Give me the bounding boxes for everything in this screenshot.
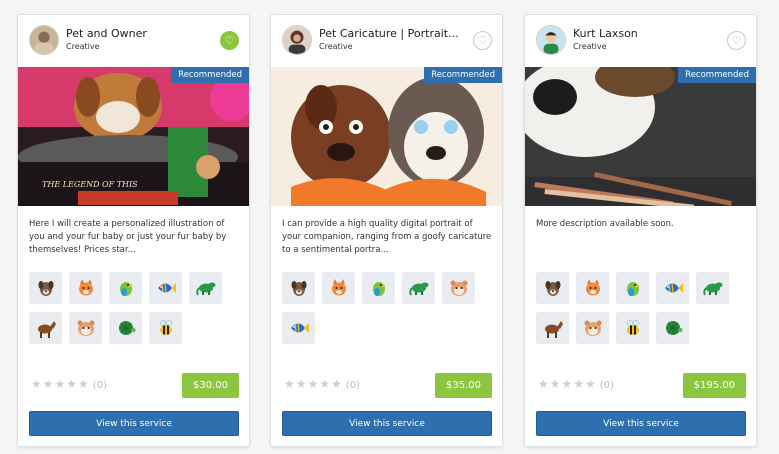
image-title-text: THE LEGEND OF THIS: [42, 180, 138, 189]
recommended-badge: Recommended: [424, 67, 502, 83]
seller-name[interactable]: Pet Caricature | Portrait...: [319, 27, 469, 40]
cat-icon[interactable]: [322, 272, 355, 304]
fish-icon[interactable]: [282, 312, 315, 344]
service-image[interactable]: THE LEGEND OF THIS Recommended: [18, 67, 249, 206]
recommended-badge: Recommended: [678, 67, 756, 83]
stars: ★★★★★: [31, 377, 90, 391]
star-rating: ★★★★★ (0): [284, 377, 360, 391]
reptile-icon[interactable]: [696, 272, 729, 304]
service-description: Here I will create a personalized illust…: [29, 219, 227, 255]
card-header: Kurt Laxson Creative ♡: [525, 15, 756, 67]
dog-icon[interactable]: [282, 272, 315, 304]
stars: ★★★★★: [538, 377, 597, 391]
pet-type-list: [282, 272, 494, 352]
bee-icon[interactable]: [616, 312, 649, 344]
bird-icon[interactable]: [362, 272, 395, 304]
service-card: Kurt Laxson Creative ♡ Recommended More …: [524, 14, 757, 447]
seller-name[interactable]: Pet and Owner: [66, 27, 216, 40]
recommended-badge: Recommended: [171, 67, 249, 83]
reptile-icon[interactable]: [189, 272, 222, 304]
service-description: I can provide a high quality digital por…: [282, 219, 492, 255]
seller-category: Creative: [319, 42, 353, 51]
view-service-button[interactable]: View this service: [282, 411, 492, 436]
hamster-icon[interactable]: [576, 312, 609, 344]
star-rating: ★★★★★ (0): [31, 377, 107, 391]
card-header: Pet Caricature | Portrait... Creative ♡: [271, 15, 502, 67]
pet-type-list: [29, 272, 241, 352]
reptile-icon[interactable]: [402, 272, 435, 304]
turtle-icon[interactable]: [656, 312, 689, 344]
bird-icon[interactable]: [109, 272, 142, 304]
seller-avatar[interactable]: [282, 25, 312, 55]
horse-icon[interactable]: [536, 312, 569, 344]
seller-avatar[interactable]: [536, 25, 566, 55]
heart-icon[interactable]: ♡: [473, 31, 492, 50]
hamster-icon[interactable]: [69, 312, 102, 344]
seller-category: Creative: [66, 42, 100, 51]
seller-name[interactable]: Kurt Laxson: [573, 27, 723, 40]
review-count: (0): [345, 380, 360, 391]
service-image[interactable]: Recommended: [525, 67, 756, 206]
cat-icon[interactable]: [576, 272, 609, 304]
cat-icon[interactable]: [69, 272, 102, 304]
heart-icon[interactable]: ♡: [727, 31, 746, 50]
dog-icon[interactable]: [29, 272, 62, 304]
star-rating: ★★★★★ (0): [538, 377, 614, 391]
seller-category: Creative: [573, 42, 607, 51]
price-tag: $35.00: [435, 373, 492, 398]
price-tag: $30.00: [182, 373, 239, 398]
review-count: (0): [92, 380, 107, 391]
fish-icon[interactable]: [149, 272, 182, 304]
hamster-icon[interactable]: [442, 272, 475, 304]
seller-avatar[interactable]: [29, 25, 59, 55]
bird-icon[interactable]: [616, 272, 649, 304]
card-header: Pet and Owner Creative ♡: [18, 15, 249, 67]
service-card: Pet and Owner Creative ♡ THE LEGEND OF T…: [17, 14, 250, 447]
stars: ★★★★★: [284, 377, 343, 391]
heart-icon[interactable]: ♡: [220, 31, 239, 50]
fish-icon[interactable]: [656, 272, 689, 304]
service-image[interactable]: Recommended: [271, 67, 502, 206]
dog-icon[interactable]: [536, 272, 569, 304]
pet-type-list: [536, 272, 748, 352]
service-card: Pet Caricature | Portrait... Creative ♡ …: [270, 14, 503, 447]
horse-icon[interactable]: [29, 312, 62, 344]
view-service-button[interactable]: View this service: [29, 411, 239, 436]
review-count: (0): [599, 380, 614, 391]
service-description: More description available soon.: [536, 219, 674, 229]
bee-icon[interactable]: [149, 312, 182, 344]
turtle-icon[interactable]: [109, 312, 142, 344]
price-tag: $195.00: [682, 373, 746, 398]
view-service-button[interactable]: View this service: [536, 411, 746, 436]
